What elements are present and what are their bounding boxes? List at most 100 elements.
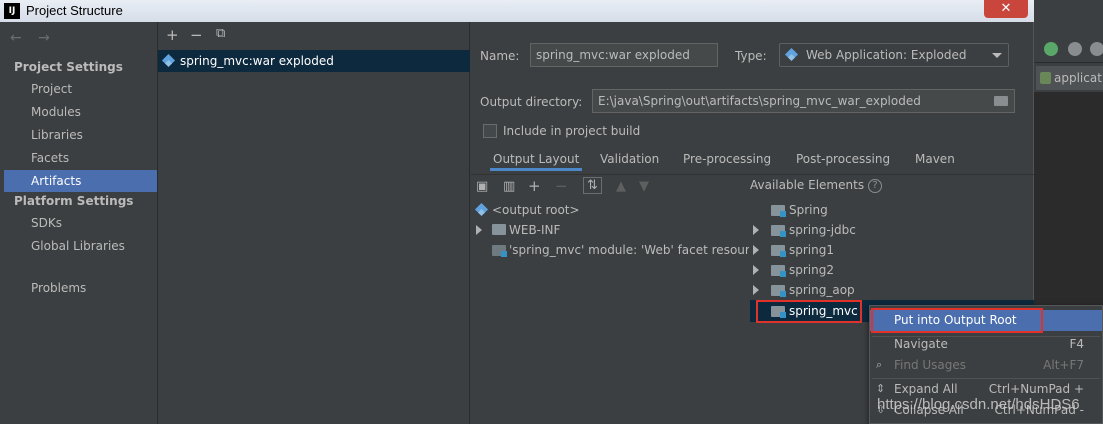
expand-arrow-icon[interactable] xyxy=(753,265,759,275)
menu-item-navigate[interactable]: Navigate F4 xyxy=(870,334,1102,355)
type-select[interactable]: Web Application: Exploded xyxy=(779,43,1009,67)
expand-arrow-icon[interactable] xyxy=(753,225,759,235)
module-folder-icon xyxy=(771,225,786,237)
menu-item-find-usages[interactable]: ⌕ Find Usages Alt+F7 xyxy=(870,355,1102,376)
web-facet-icon xyxy=(492,245,507,257)
nav-item-libraries[interactable]: Libraries xyxy=(4,124,157,146)
artifact-item-label: spring_mvc:war exploded xyxy=(180,54,334,68)
browse-folder-icon[interactable] xyxy=(994,96,1008,106)
tab-bar: Output Layout Validation Pre-processing … xyxy=(471,147,1034,175)
nav-item-problems[interactable]: Problems xyxy=(4,277,157,299)
artifact-item[interactable]: spring_mvc:war exploded xyxy=(158,50,470,72)
menu-item-shortcut: F4 xyxy=(1069,337,1084,351)
tab-pre-processing[interactable]: Pre-processing xyxy=(680,147,774,171)
type-select-value: Web Application: Exploded xyxy=(806,48,967,62)
debug-icon[interactable] xyxy=(1044,42,1058,56)
artifacts-list-panel: + − ⧉ spring_mvc:war exploded xyxy=(158,22,470,424)
artifact-root-icon xyxy=(474,202,489,217)
output-directory-label: Output directory: xyxy=(480,95,583,109)
module-folder-icon xyxy=(771,245,786,257)
tree-row-output-root[interactable]: <output root> xyxy=(474,200,744,220)
title-bar: IJ Project Structure ✕ xyxy=(0,0,1034,22)
output-directory-value: E:\java\Spring\out\artifacts\spring_mvc_… xyxy=(598,94,921,108)
close-button[interactable]: ✕ xyxy=(984,0,1028,18)
available-item-label: spring2 xyxy=(789,263,834,277)
menu-item-label: Navigate xyxy=(894,337,948,351)
expand-arrow-icon[interactable] xyxy=(753,245,759,255)
available-item-label: spring-jdbc xyxy=(789,223,856,237)
copy-artifact-button[interactable]: ⧉ xyxy=(216,26,225,41)
remove-element-icon[interactable]: − xyxy=(555,177,568,195)
file-icon xyxy=(1040,72,1051,84)
nav-item-global-libraries[interactable]: Global Libraries xyxy=(4,235,157,257)
section-project-settings: Project Settings xyxy=(14,60,123,74)
nav-item-project[interactable]: Project xyxy=(4,78,157,100)
background-editor-tab[interactable]: applicati xyxy=(1036,66,1103,90)
menu-item-label: Find Usages xyxy=(894,358,967,372)
add-library-icon[interactable]: ▥ xyxy=(503,179,515,194)
include-in-build-checkbox[interactable] xyxy=(483,124,497,138)
annotation-highlight-box xyxy=(756,300,862,323)
available-item[interactable]: Spring xyxy=(750,200,1030,220)
tree-label-web-inf: WEB-INF xyxy=(509,223,561,237)
window-title: Project Structure xyxy=(26,3,123,18)
annotation-highlight-box xyxy=(871,308,1043,333)
library-folder-icon xyxy=(771,205,786,217)
expand-all-icon: ⇕ xyxy=(876,382,886,395)
artifact-icon xyxy=(161,53,176,68)
settings-nav: ← → Project Settings Project Modules Lib… xyxy=(0,22,158,424)
add-artifact-button[interactable]: + xyxy=(166,26,179,44)
coverage-icon[interactable] xyxy=(1068,42,1082,56)
profile-icon[interactable] xyxy=(1090,42,1103,56)
web-app-icon xyxy=(784,47,799,62)
available-elements-title: Available Elements? xyxy=(750,178,883,193)
available-item[interactable]: spring_aop xyxy=(750,280,1030,300)
available-elements-label: Available Elements xyxy=(750,178,865,192)
artifacts-toolbar: + − ⧉ xyxy=(158,22,470,48)
module-folder-icon xyxy=(771,265,786,277)
available-item-label: spring1 xyxy=(789,243,834,257)
tree-row-web-facet[interactable]: 'spring_mvc' module: 'Web' facet resourc xyxy=(474,240,749,260)
watermark: https://blog.csdn.net/hdsHDS6 xyxy=(877,396,1080,413)
available-item[interactable]: spring2 xyxy=(750,260,1030,280)
module-folder-icon xyxy=(771,285,786,297)
add-copy-of-icon[interactable]: + xyxy=(528,177,541,195)
remove-artifact-button[interactable]: − xyxy=(190,26,203,44)
background-tab-label: applicati xyxy=(1054,71,1103,85)
intellij-app-icon: IJ xyxy=(4,3,20,19)
expand-arrow-icon[interactable] xyxy=(476,225,482,235)
nav-item-modules[interactable]: Modules xyxy=(4,101,157,123)
nav-item-facets[interactable]: Facets xyxy=(4,147,157,169)
tab-output-layout[interactable]: Output Layout xyxy=(490,147,583,171)
move-up-icon[interactable]: ▲ xyxy=(616,179,626,194)
tab-post-processing[interactable]: Post-processing xyxy=(793,147,893,171)
tree-label-output-root: <output root> xyxy=(492,203,580,217)
nav-item-artifacts[interactable]: Artifacts xyxy=(4,170,157,192)
sort-elements-icon[interactable]: ⇅ xyxy=(583,177,602,194)
expand-arrow-icon[interactable] xyxy=(753,285,759,295)
available-item-label: spring_aop xyxy=(789,283,855,297)
name-label: Name: xyxy=(480,49,520,63)
move-down-icon[interactable]: ▼ xyxy=(639,179,649,194)
tree-row-web-inf[interactable]: WEB-INF xyxy=(474,220,744,240)
tab-validation[interactable]: Validation xyxy=(597,147,662,171)
chevron-down-icon xyxy=(992,53,1002,58)
help-icon[interactable]: ? xyxy=(868,178,883,193)
section-platform-settings: Platform Settings xyxy=(14,194,134,208)
tab-maven[interactable]: Maven xyxy=(912,147,958,171)
tree-label-web-facet: 'spring_mvc' module: 'Web' facet resourc xyxy=(509,243,749,257)
include-in-build-label: Include in project build xyxy=(503,124,641,138)
output-directory-input[interactable]: E:\java\Spring\out\artifacts\spring_mvc_… xyxy=(592,89,1015,113)
name-input[interactable]: spring_mvc:war exploded xyxy=(530,43,718,67)
available-item[interactable]: spring1 xyxy=(750,240,1030,260)
folder-icon xyxy=(492,224,506,235)
create-directory-icon[interactable]: ▣ xyxy=(476,179,488,194)
menu-item-shortcut: Alt+F7 xyxy=(1043,358,1084,372)
available-item-label: Spring xyxy=(789,203,828,217)
find-usages-icon: ⌕ xyxy=(876,358,883,371)
tab-divider xyxy=(471,174,1034,175)
nav-item-sdks[interactable]: SDKs xyxy=(4,212,157,234)
back-forward-arrows-icon[interactable]: ← → xyxy=(10,30,56,46)
available-item[interactable]: spring-jdbc xyxy=(750,220,1030,240)
menu-item-label: Expand All xyxy=(894,382,958,396)
